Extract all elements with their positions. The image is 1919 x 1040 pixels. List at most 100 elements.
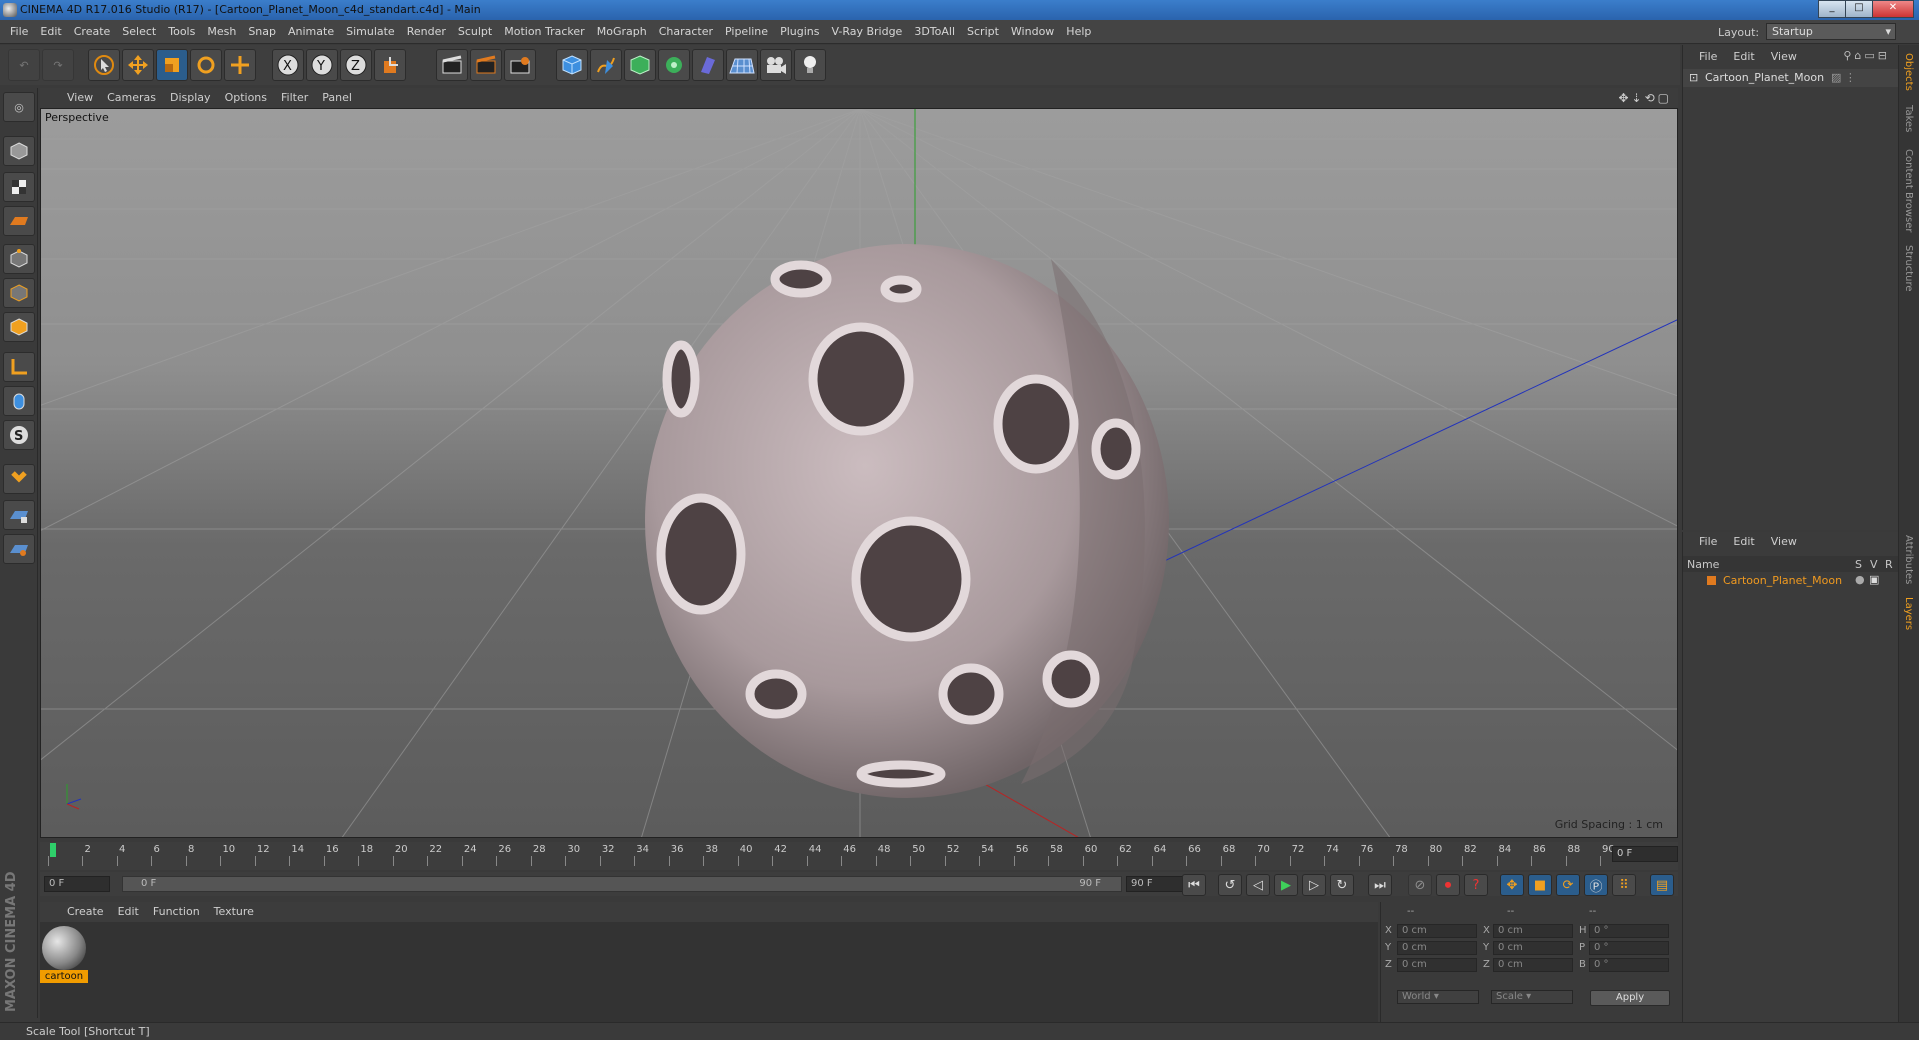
x-axis-button[interactable]: X	[272, 49, 304, 81]
object-name[interactable]: Cartoon_Planet_Moon	[1705, 71, 1824, 84]
object-menu-view[interactable]: View	[1763, 47, 1805, 67]
model-mode-button[interactable]	[3, 136, 35, 166]
undo-button[interactable]: ↶	[8, 49, 40, 81]
record-button[interactable]: ⏺	[1436, 874, 1460, 896]
viewport-menu-cameras[interactable]: Cameras	[100, 88, 163, 108]
frame-range-slider[interactable]: 0 F 90 F	[122, 876, 1122, 892]
deformer-button[interactable]	[692, 49, 724, 81]
coord-mode-select[interactable]: World ▾	[1397, 990, 1479, 1004]
coord-value-field[interactable]: 0 cm	[1397, 958, 1477, 972]
menu-mesh[interactable]: Mesh	[201, 20, 242, 44]
object-menu-edit[interactable]: Edit	[1725, 47, 1762, 67]
next-frame-button[interactable]: ▷	[1302, 874, 1326, 896]
viewport-menu-filter[interactable]: Filter	[274, 88, 315, 108]
menu-select[interactable]: Select	[116, 20, 162, 44]
layer-row[interactable]: Cartoon_Planet_Moon ● ▣	[1683, 572, 1899, 590]
material-menu-edit[interactable]: Edit	[111, 902, 146, 922]
edges-mode-button[interactable]	[3, 278, 35, 308]
material-thumbnail[interactable]	[42, 926, 86, 970]
layer-menu-edit[interactable]: Edit	[1725, 532, 1762, 552]
menu-help[interactable]: Help	[1060, 20, 1097, 44]
menu-animate[interactable]: Animate	[282, 20, 340, 44]
texture-mode-button[interactable]	[3, 172, 35, 202]
go-to-start-button[interactable]: ⏮	[1182, 874, 1206, 896]
workplane-mode-button[interactable]	[3, 206, 35, 236]
minimize-button[interactable]: _	[1818, 0, 1846, 18]
tab-objects[interactable]: Objects	[1903, 53, 1914, 91]
playhead-marker[interactable]	[50, 843, 56, 857]
menu-v-ray-bridge[interactable]: V-Ray Bridge	[825, 20, 908, 44]
layout-select[interactable]: Startup ▾	[1766, 23, 1896, 40]
layer-menu-file[interactable]: File	[1691, 532, 1725, 552]
object-visibility-icon[interactable]: ▨ ⋮	[1831, 71, 1856, 84]
viewport-menu-panel[interactable]: Panel	[315, 88, 359, 108]
viewport-perspective[interactable]: Perspective Grid Spacing : 1 cm	[40, 108, 1678, 838]
y-axis-button[interactable]: Y	[306, 49, 338, 81]
render-picture-viewer-button[interactable]	[470, 49, 502, 81]
viewport-menu-options[interactable]: Options	[218, 88, 274, 108]
viewport-menu-view[interactable]: View	[60, 88, 100, 108]
points-mode-button[interactable]	[3, 244, 35, 274]
lock-workplane-button[interactable]	[3, 500, 35, 530]
moon-model[interactable]	[645, 244, 1169, 798]
key-scale-button[interactable]: ■	[1528, 874, 1552, 896]
redo-button[interactable]: ↷	[42, 49, 74, 81]
light-button[interactable]	[794, 49, 826, 81]
layer-solo-icon[interactable]: ●	[1855, 573, 1865, 586]
menu-create[interactable]: Create	[68, 20, 117, 44]
transform-tool-button[interactable]	[224, 49, 256, 81]
tab-takes[interactable]: Takes	[1903, 105, 1914, 132]
material-menu-function[interactable]: Function	[146, 902, 207, 922]
cube-object-button[interactable]	[556, 49, 588, 81]
menu-sculpt[interactable]: Sculpt	[452, 20, 498, 44]
record-keys-disabled-button[interactable]: ⊘	[1408, 874, 1432, 896]
object-menu-file[interactable]: File	[1691, 47, 1725, 67]
move-tool-button[interactable]	[122, 49, 154, 81]
timeline-window-button[interactable]: ▤	[1650, 874, 1674, 896]
menu-snap[interactable]: Snap	[242, 20, 282, 44]
make-editable-button[interactable]: ◎	[3, 92, 35, 122]
menu-render[interactable]: Render	[401, 20, 452, 44]
menu-mograph[interactable]: MoGraph	[591, 20, 653, 44]
coord-value-field[interactable]: 0 cm	[1397, 924, 1477, 938]
scale-tool-button[interactable]	[156, 49, 188, 81]
coord-value-field[interactable]: 0 cm	[1493, 924, 1573, 938]
tab-content-browser[interactable]: Content Browser	[1903, 149, 1914, 232]
coord-value-field[interactable]: 0 °	[1589, 941, 1669, 955]
current-frame-field[interactable]: 0 F	[1612, 846, 1678, 862]
size-mode-select[interactable]: Scale ▾	[1491, 990, 1573, 1004]
menu-character[interactable]: Character	[653, 20, 719, 44]
next-keyframe-button[interactable]: ↻	[1330, 874, 1354, 896]
prev-frame-button[interactable]: ◁	[1246, 874, 1270, 896]
menu-script[interactable]: Script	[961, 20, 1005, 44]
z-axis-button[interactable]: Z	[340, 49, 372, 81]
menu-file[interactable]: File	[4, 20, 34, 44]
material-name[interactable]: cartoon	[40, 970, 88, 983]
coord-value-field[interactable]: 0 cm	[1397, 941, 1477, 955]
rotate-tool-button[interactable]	[190, 49, 222, 81]
menu-edit[interactable]: Edit	[34, 20, 67, 44]
material-menu-texture[interactable]: Texture	[207, 902, 261, 922]
object-row[interactable]: ⊡ Cartoon_Planet_Moon ▨ ⋮	[1683, 69, 1899, 87]
layer-visible-icon[interactable]: ▣	[1869, 573, 1879, 586]
coord-value-field[interactable]: 0 °	[1589, 958, 1669, 972]
coord-value-field[interactable]: 0 °	[1589, 924, 1669, 938]
camera-button[interactable]	[760, 49, 792, 81]
axis-mode-button[interactable]	[3, 352, 35, 382]
coord-value-field[interactable]: 0 cm	[1493, 941, 1573, 955]
start-frame-field[interactable]: 0 F	[44, 876, 110, 892]
apply-button[interactable]: Apply	[1590, 990, 1670, 1006]
maximize-button[interactable]: □	[1845, 0, 1873, 18]
layer-color-swatch[interactable]	[1707, 576, 1716, 585]
prev-keyframe-button[interactable]: ↺	[1218, 874, 1242, 896]
close-button[interactable]: ✕	[1872, 0, 1914, 18]
key-rotation-button[interactable]: ⟳	[1556, 874, 1580, 896]
menu-tools[interactable]: Tools	[162, 20, 201, 44]
menu-simulate[interactable]: Simulate	[340, 20, 401, 44]
cloner-button[interactable]	[658, 49, 690, 81]
object-manager-tool-icons[interactable]: ⚲⌂▭⊟	[1843, 49, 1890, 62]
viewport-nav-icons[interactable]: ✥⇣⟲▢	[1618, 91, 1672, 105]
magnet-button[interactable]	[3, 464, 35, 494]
menu-pipeline[interactable]: Pipeline	[719, 20, 774, 44]
key-position-button[interactable]: ✥	[1500, 874, 1524, 896]
